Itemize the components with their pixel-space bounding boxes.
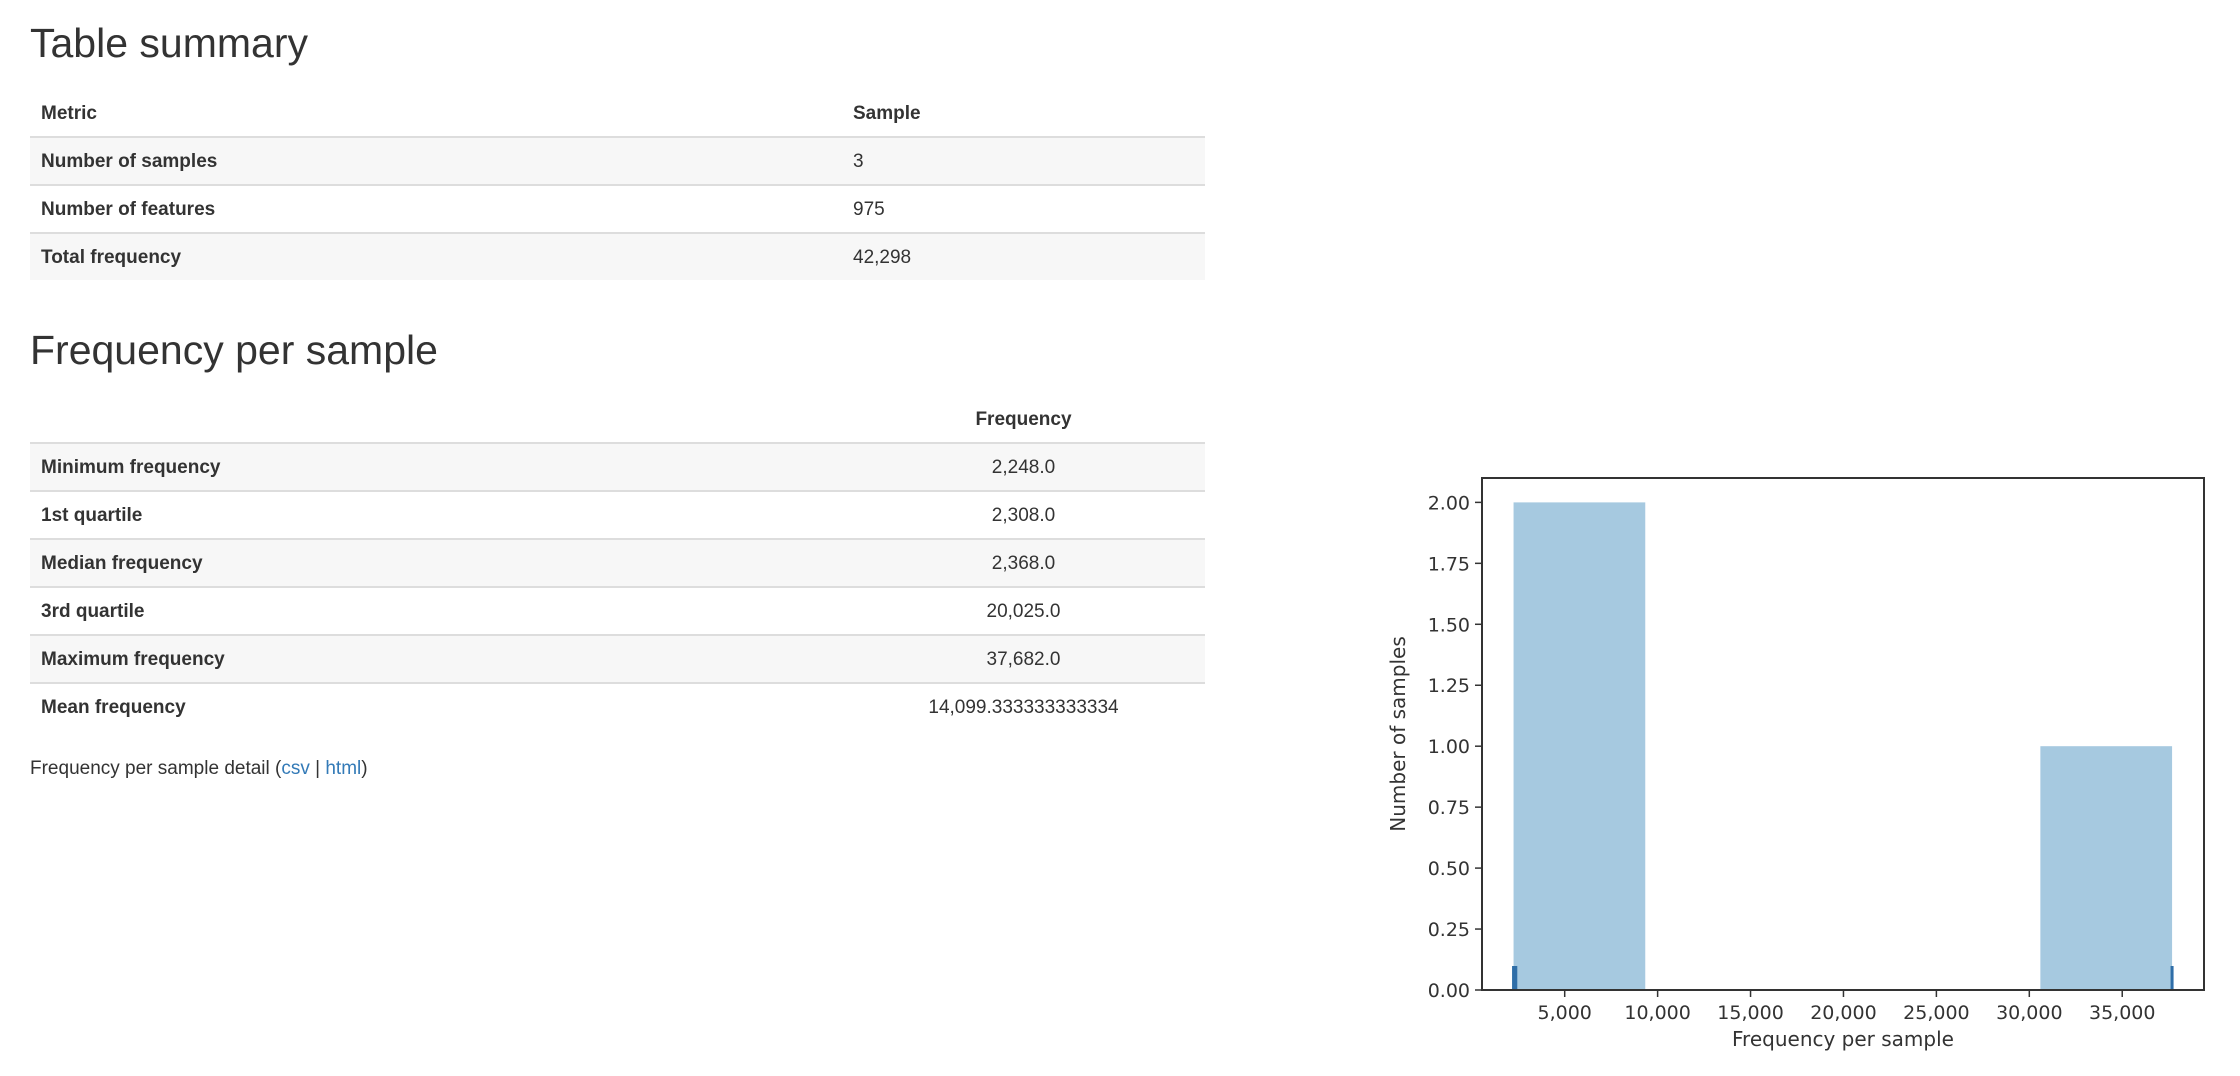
x-tick-label: 35,000 — [2089, 1002, 2155, 1024]
table-row: Minimum frequency 2,248.0 — [30, 442, 1205, 491]
y-tick-label: 2.00 — [1428, 492, 1470, 514]
table-row: 1st quartile 2,308.0 — [30, 490, 1205, 539]
column-header-blank — [30, 396, 842, 444]
row-label: Mean frequency — [30, 682, 842, 730]
row-value: 975 — [842, 184, 1205, 233]
y-tick-label: 0.75 — [1428, 797, 1470, 819]
y-tick-label: 0.00 — [1428, 980, 1470, 1002]
table-header-row: Frequency — [30, 396, 1205, 444]
frequency-histogram: 5,000 10,000 15,000 20,000 25,000 30,000 35,00… — [1386, 477, 2205, 1051]
y-tick-label: 1.00 — [1428, 736, 1470, 758]
y-tick-label: 1.50 — [1428, 614, 1470, 636]
y-tick-label: 0.50 — [1428, 858, 1470, 880]
row-value: 20,025.0 — [842, 586, 1205, 635]
column-header-sample: Sample — [842, 90, 1205, 138]
y-tick-label: 1.25 — [1428, 675, 1470, 697]
row-label: Median frequency — [30, 538, 842, 587]
x-tick-label: 30,000 — [1996, 1002, 2062, 1024]
row-value: 2,248.0 — [842, 442, 1205, 491]
y-axis-ticks: 0.00 0.25 0.50 0.75 1.00 1.25 1.50 1.75 2.00 — [1428, 492, 1482, 1002]
row-label: Maximum frequency — [30, 634, 842, 683]
x-tick-label: 25,000 — [1903, 1002, 1969, 1024]
table-row: Total frequency 42,298 — [30, 232, 1205, 280]
row-label: 1st quartile — [30, 490, 842, 539]
y-tick-label: 1.75 — [1428, 553, 1470, 575]
histogram-bar-0 — [1513, 502, 1646, 990]
row-label: Number of features — [30, 184, 842, 233]
table-row: Maximum frequency 37,682.0 — [30, 634, 1205, 683]
row-value: 3 — [842, 136, 1205, 185]
detail-separator: | — [309, 758, 326, 779]
row-label: Total frequency — [30, 232, 842, 280]
row-value: 42,298 — [842, 232, 1205, 280]
frequency-detail-links: Frequency per sample detail (csv | html) — [30, 758, 368, 780]
column-header-frequency: Frequency — [842, 396, 1205, 444]
table-header-row: Metric Sample — [30, 90, 1205, 138]
table-row: Mean frequency 14,099.333333333334 — [30, 682, 1205, 730]
row-label: 3rd quartile — [30, 586, 842, 635]
detail-suffix: ) — [361, 758, 368, 779]
table-summary-title: Table summary — [30, 20, 308, 66]
x-tick-label: 5,000 — [1537, 1002, 1591, 1024]
x-tick-label: 10,000 — [1624, 1002, 1690, 1024]
x-tick-label: 20,000 — [1810, 1002, 1876, 1024]
table-summary-table: Metric Sample Number of samples 3 Number… — [30, 90, 1205, 280]
row-value: 2,368.0 — [842, 538, 1205, 587]
table-row: 3rd quartile 20,025.0 — [30, 586, 1205, 635]
row-value: 14,099.333333333334 — [842, 682, 1205, 730]
x-tick-label: 15,000 — [1717, 1002, 1783, 1024]
table-row: Median frequency 2,368.0 — [30, 538, 1205, 587]
detail-prefix: Frequency per sample detail ( — [30, 758, 282, 779]
histogram-bars — [1513, 502, 2173, 990]
row-value: 2,308.0 — [842, 490, 1205, 539]
x-axis-ticks: 5,000 10,000 15,000 20,000 25,000 30,000 35,00… — [1537, 990, 2155, 1024]
row-label: Minimum frequency — [30, 442, 842, 491]
histogram-bar-1 — [2040, 746, 2173, 990]
frequency-per-sample-title: Frequency per sample — [30, 327, 438, 373]
x-axis-label: Frequency per sample — [1732, 1027, 1954, 1051]
row-value: 37,682.0 — [842, 634, 1205, 683]
row-label: Number of samples — [30, 136, 842, 185]
column-header-metric: Metric — [30, 90, 842, 138]
table-row: Number of features 975 — [30, 184, 1205, 233]
html-link[interactable]: html — [325, 758, 361, 779]
y-axis-label: Number of samples — [1386, 636, 1410, 831]
frequency-table: Frequency Minimum frequency 2,248.0 1st … — [30, 396, 1205, 730]
y-tick-label: 0.25 — [1428, 919, 1470, 941]
csv-link[interactable]: csv — [281, 758, 310, 779]
table-row: Number of samples 3 — [30, 136, 1205, 185]
